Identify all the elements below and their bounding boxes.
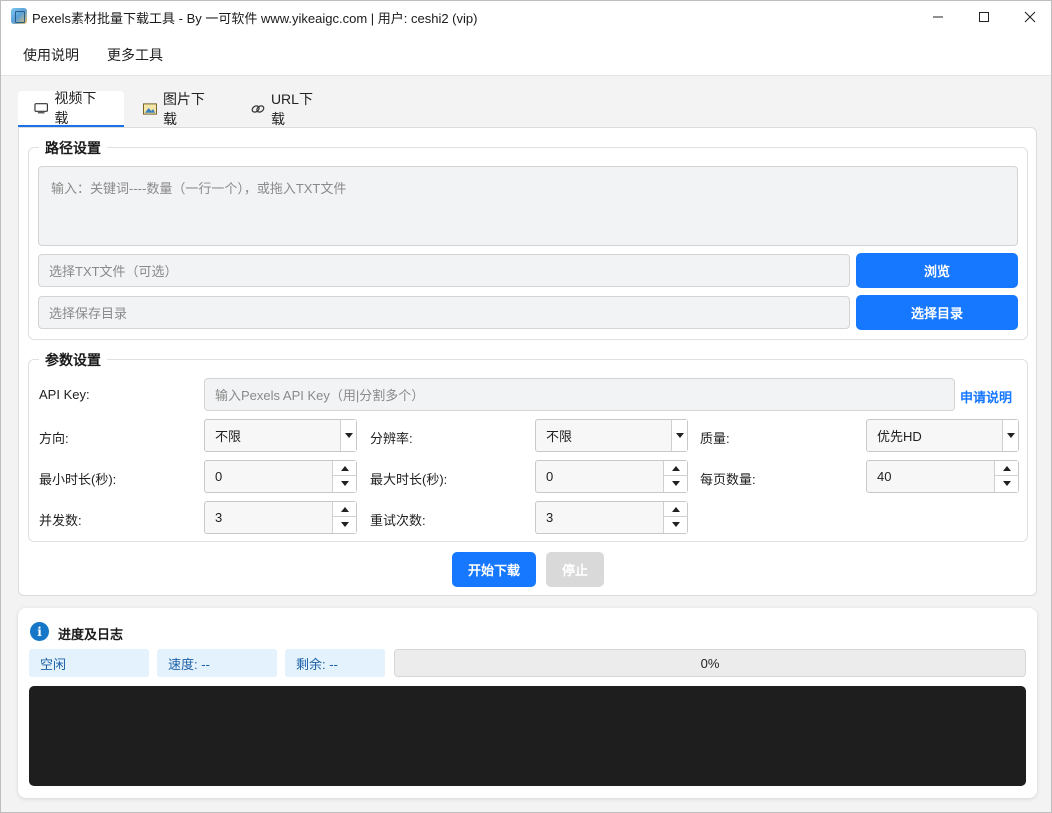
maximize-icon: [979, 11, 989, 22]
min-duration-value: 0: [215, 469, 223, 484]
spin-down-icon[interactable]: [995, 476, 1019, 491]
orientation-select[interactable]: 不限: [204, 419, 357, 452]
retries-label: 重试次数:: [370, 513, 426, 528]
log-title: 进度及日志: [58, 627, 124, 642]
video-download-panel: 路径设置 输入：关键词----数量（一行一个），或拖入TXT文件 选择TXT文件…: [18, 127, 1037, 596]
title-bar: Pexels素材批量下载工具 - By 一可软件 www.yikeaigc.co…: [1, 1, 1051, 32]
menu-item-instructions[interactable]: 使用说明: [23, 45, 79, 65]
info-icon: i: [30, 622, 49, 641]
menu-item-more-tools[interactable]: 更多工具: [107, 45, 163, 65]
quality-value: 优先HD: [877, 429, 922, 444]
resolution-value: 不限: [546, 429, 573, 444]
spin-buttons: [332, 502, 357, 533]
api-help-link[interactable]: 申请说明: [960, 387, 1012, 406]
retries-spinbox[interactable]: 3: [535, 501, 688, 534]
app-window: Pexels素材批量下载工具 - By 一可软件 www.yikeaigc.co…: [0, 0, 1052, 813]
params-group: 参数设置 API Key: 输入Pexels API Key（用|分割多个） 申…: [28, 350, 1028, 542]
start-download-button[interactable]: 开始下载: [452, 552, 536, 587]
api-key-label: API Key:: [39, 387, 90, 402]
max-duration-label: 最大时长(秒):: [370, 472, 448, 487]
dropdown-arrow-icon: [671, 420, 687, 451]
close-button[interactable]: [1007, 1, 1052, 32]
max-duration-value: 0: [546, 469, 554, 484]
api-key-input[interactable]: 输入Pexels API Key（用|分割多个）: [204, 378, 955, 411]
tab-label: URL下载: [270, 91, 313, 127]
app-logo-icon: [11, 8, 27, 24]
spin-down-icon[interactable]: [664, 517, 688, 532]
quality-label: 质量:: [700, 431, 730, 446]
spin-up-icon[interactable]: [995, 461, 1019, 476]
spin-buttons: [332, 461, 357, 492]
retries-value: 3: [546, 510, 554, 525]
spin-down-icon[interactable]: [333, 476, 357, 491]
spin-down-icon[interactable]: [664, 476, 688, 491]
spin-buttons: [663, 502, 688, 533]
select-dir-button[interactable]: 选择目录: [856, 295, 1018, 330]
per-page-value: 40: [877, 469, 892, 484]
spin-up-icon[interactable]: [664, 502, 688, 517]
spin-up-icon[interactable]: [333, 502, 357, 517]
concurrency-value: 3: [215, 510, 223, 525]
close-icon: [1024, 11, 1036, 22]
max-duration-spinbox[interactable]: 0: [535, 460, 688, 493]
per-page-label: 每页数量:: [700, 472, 756, 487]
min-duration-label: 最小时长(秒):: [39, 472, 117, 487]
video-icon: [34, 103, 48, 114]
save-dir-input[interactable]: 选择保存目录: [38, 296, 850, 329]
path-settings-title: 路径设置: [39, 138, 107, 158]
browse-button[interactable]: 浏览: [856, 253, 1018, 288]
tab-url-download[interactable]: URL下载: [235, 91, 339, 127]
spin-buttons: [994, 461, 1019, 492]
orientation-value: 不限: [215, 429, 242, 444]
stop-button[interactable]: 停止: [546, 552, 604, 587]
tab-label: 图片下载: [162, 91, 205, 127]
dropdown-arrow-icon: [1002, 420, 1018, 451]
resolution-select[interactable]: 不限: [535, 419, 688, 452]
tab-video-download[interactable]: 视频下载: [18, 90, 124, 127]
keywords-textarea[interactable]: 输入：关键词----数量（一行一个），或拖入TXT文件: [38, 166, 1018, 246]
txt-file-input[interactable]: 选择TXT文件（可选）: [38, 254, 850, 287]
spin-up-icon[interactable]: [664, 461, 688, 476]
log-console[interactable]: [29, 686, 1026, 786]
window-title: Pexels素材批量下载工具 - By 一可软件 www.yikeaigc.co…: [32, 11, 478, 26]
link-icon: [251, 105, 265, 113]
dropdown-arrow-icon: [340, 420, 356, 451]
image-icon: [143, 103, 157, 115]
menu-bar: 使用说明 更多工具: [1, 32, 1051, 76]
minimize-button[interactable]: [915, 1, 961, 32]
per-page-spinbox[interactable]: 40: [866, 460, 1019, 493]
tab-label: 视频下载: [54, 90, 97, 126]
remaining-badge: 剩余: --: [285, 649, 385, 677]
resolution-label: 分辨率:: [370, 431, 413, 446]
quality-select[interactable]: 优先HD: [866, 419, 1019, 452]
spin-down-icon[interactable]: [333, 517, 357, 532]
speed-badge: 速度: --: [157, 649, 277, 677]
status-badge: 空闲: [29, 649, 149, 677]
progress-text: 0%: [700, 655, 720, 671]
orientation-label: 方向:: [39, 431, 69, 446]
path-settings-group: 路径设置 输入：关键词----数量（一行一个），或拖入TXT文件 选择TXT文件…: [28, 138, 1028, 340]
progress-bar: 0%: [394, 649, 1026, 677]
concurrency-label: 并发数:: [39, 513, 82, 528]
params-title: 参数设置: [39, 350, 107, 370]
progress-log-panel: i 进度及日志 空闲 速度: -- 剩余: -- 0%: [18, 608, 1037, 798]
concurrency-spinbox[interactable]: 3: [204, 501, 357, 534]
tab-image-download[interactable]: 图片下载: [127, 91, 231, 127]
min-duration-spinbox[interactable]: 0: [204, 460, 357, 493]
spin-buttons: [663, 461, 688, 492]
maximize-button[interactable]: [961, 1, 1007, 32]
minimize-icon: [933, 16, 943, 17]
spin-up-icon[interactable]: [333, 461, 357, 476]
